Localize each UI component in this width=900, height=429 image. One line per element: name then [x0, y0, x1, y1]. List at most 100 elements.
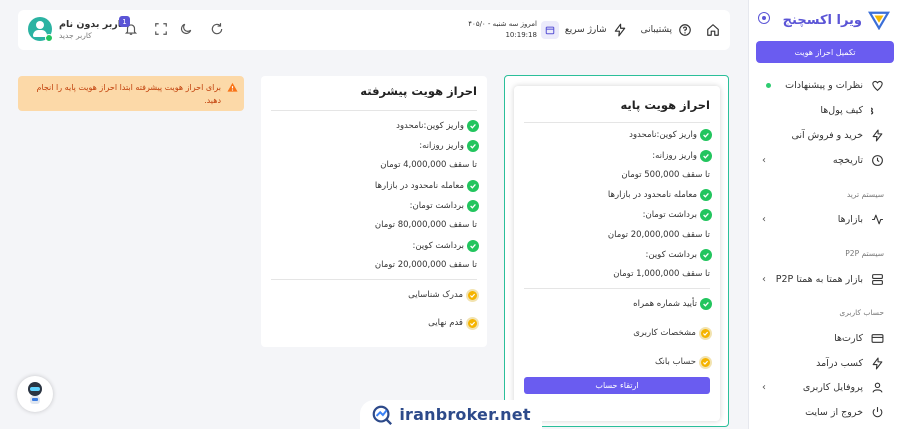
sidebar-item-label: کسب درآمد — [816, 357, 863, 369]
sidebar-item-instant-trade[interactable]: خرید و فروش آنی — [760, 126, 884, 144]
check-icon — [467, 180, 479, 192]
avatar — [28, 17, 53, 42]
bolt-icon — [614, 23, 625, 37]
benefit-row: واریز روزانه: — [652, 148, 712, 164]
sidebar-item-label: تاریخچه — [832, 154, 863, 166]
calendar-icon — [540, 21, 559, 39]
chevron-left-icon: › — [762, 154, 766, 166]
requirement-row[interactable]: حساب بانک — [655, 354, 712, 370]
notification-badge: 1 — [119, 16, 130, 27]
requirement-row[interactable]: قدم نهایی — [428, 315, 479, 331]
sidebar-item-cards[interactable]: کارت‌ها — [760, 329, 884, 347]
current-date: امروز سه شنبه - ۴۰۵/۰ — [468, 20, 537, 28]
current-time: 10:19:18 — [505, 31, 537, 39]
status-dot — [766, 82, 771, 88]
quick-charge-link[interactable]: شارژ سریع — [565, 25, 607, 35]
check-icon — [467, 200, 479, 212]
benefit-row: برداشت تومان: — [410, 198, 479, 214]
sidebar-item-markets[interactable]: بازارها › — [760, 210, 884, 228]
user-name: کاربر بدون نام — [59, 18, 127, 30]
logo-icon — [868, 11, 890, 30]
sidebar-item-earn[interactable]: کسب درآمد — [760, 354, 884, 372]
pending-icon — [466, 316, 479, 330]
server-icon — [872, 273, 883, 285]
benefit-row: برداشت کوین: — [645, 247, 712, 263]
chatbot-button[interactable] — [17, 376, 53, 412]
card-title: احراز هویت پایه — [620, 98, 710, 112]
sidebar-item-label: کارت‌ها — [834, 332, 863, 344]
requirement-row[interactable]: تأیید شماره همراه — [633, 296, 712, 312]
help-icon — [679, 24, 691, 36]
chevron-left-icon: › — [762, 213, 766, 225]
online-indicator — [45, 34, 53, 42]
sidebar-item-logout[interactable]: خروج از سایت — [760, 403, 884, 421]
support-link[interactable]: پشتیبانی — [641, 25, 672, 35]
section-trade: سیستم ترید — [846, 190, 884, 199]
benefit-limit: تا سقف 500,000 تومان — [621, 170, 710, 180]
check-icon — [700, 298, 712, 310]
check-icon — [467, 120, 479, 132]
benefit-limit: تا سقف 20,000,000 تومان — [374, 260, 477, 270]
sidebar-item-p2p-market[interactable]: بازار همتا به همتا P2P › — [760, 270, 884, 288]
pending-icon — [699, 355, 712, 369]
sidebar-item-history[interactable]: تاریخچه › — [760, 151, 884, 169]
section-p2p: سیستم P2P — [845, 249, 884, 258]
sidebar-item-label: بازارها — [837, 213, 863, 225]
requirement-row[interactable]: مشخصات کاربری — [633, 325, 712, 341]
benefit-limit: تا سقف 20,000,000 تومان — [607, 230, 710, 240]
activity-icon — [872, 214, 883, 224]
section-account: حساب کاربری — [839, 308, 884, 317]
sidebar-item-label: پروفایل کاربری — [802, 381, 863, 393]
warning-icon — [227, 82, 238, 92]
benefit-row: برداشت کوین: — [412, 238, 479, 254]
benefit-row: معامله نامحدود در بازارها — [375, 178, 479, 194]
benefit-row: معامله نامحدود در بازارها — [608, 187, 712, 203]
fullscreen-icon[interactable] — [154, 22, 168, 36]
sidebar-toggle-icon[interactable] — [758, 12, 770, 24]
sidebar: ویرا اکسچنج تکمیل احراز هویت نظرات و پیش… — [748, 0, 900, 429]
home-icon[interactable] — [706, 23, 720, 37]
sidebar-item-profile[interactable]: پروفایل کاربری › — [760, 378, 884, 396]
power-icon — [872, 406, 883, 417]
user-menu[interactable]: کاربر بدون نام کاربر جدید — [28, 17, 127, 42]
upgrade-account-button[interactable]: ارتقاء حساب — [524, 377, 710, 394]
watermark: iranbroker.net — [360, 400, 542, 429]
sidebar-item-wallets[interactable]: ₿ کیف پول‌ها — [760, 101, 884, 119]
basic-kyc-card: احراز هویت پایه واریز کوین:نامحدود واریز… — [514, 86, 720, 421]
benefit-row: برداشت تومان: — [643, 207, 712, 223]
sidebar-item-label: نظرات و پیشنهادات — [785, 79, 863, 91]
complete-kyc-button[interactable]: تکمیل احراز هویت — [756, 41, 894, 63]
watermark-text: iranbroker.net — [399, 405, 531, 424]
robot-icon — [28, 382, 42, 404]
moon-icon[interactable] — [179, 22, 193, 36]
user-role: کاربر جدید — [59, 30, 92, 40]
pending-icon — [699, 326, 712, 340]
requirement-row[interactable]: مدرک شناسایی — [408, 287, 479, 303]
check-icon — [700, 209, 712, 221]
bitcoin-icon: ₿ — [871, 106, 874, 117]
alert-text: برای احراز هویت پیشرفته ابتدا احراز هویت… — [36, 83, 222, 105]
refresh-icon[interactable] — [210, 22, 224, 36]
divider — [271, 110, 477, 111]
brand[interactable]: ویرا اکسچنج — [758, 9, 890, 31]
check-icon — [700, 150, 712, 162]
check-icon — [700, 249, 712, 261]
divider — [271, 279, 477, 280]
kyc-warning-alert: برای احراز هویت پیشرفته ابتدا احراز هویت… — [18, 76, 244, 111]
benefit-limit: تا سقف 1,000,000 تومان — [613, 269, 710, 279]
svg-text:₿: ₿ — [871, 106, 874, 117]
check-icon — [467, 140, 479, 152]
card-title: احراز هویت پیشرفته — [360, 84, 477, 98]
sidebar-item-feedback[interactable]: نظرات و پیشنهادات — [760, 76, 884, 94]
top-bar: کاربر بدون نام کاربر جدید 1 پشتیبانی شار… — [18, 10, 730, 50]
bolt-icon — [872, 357, 883, 369]
sidebar-item-label: کیف پول‌ها — [820, 104, 863, 116]
heart-icon — [872, 80, 883, 91]
divider — [524, 288, 710, 289]
clock-icon — [872, 154, 883, 166]
benefit-row: واریز کوین:نامحدود — [629, 127, 712, 143]
pending-icon — [466, 288, 479, 302]
benefit-row: واریز روزانه: — [419, 138, 479, 154]
benefit-limit: تا سقف 4,000,000 تومان — [380, 160, 477, 170]
benefit-row: واریز کوین:نامحدود — [396, 118, 479, 134]
